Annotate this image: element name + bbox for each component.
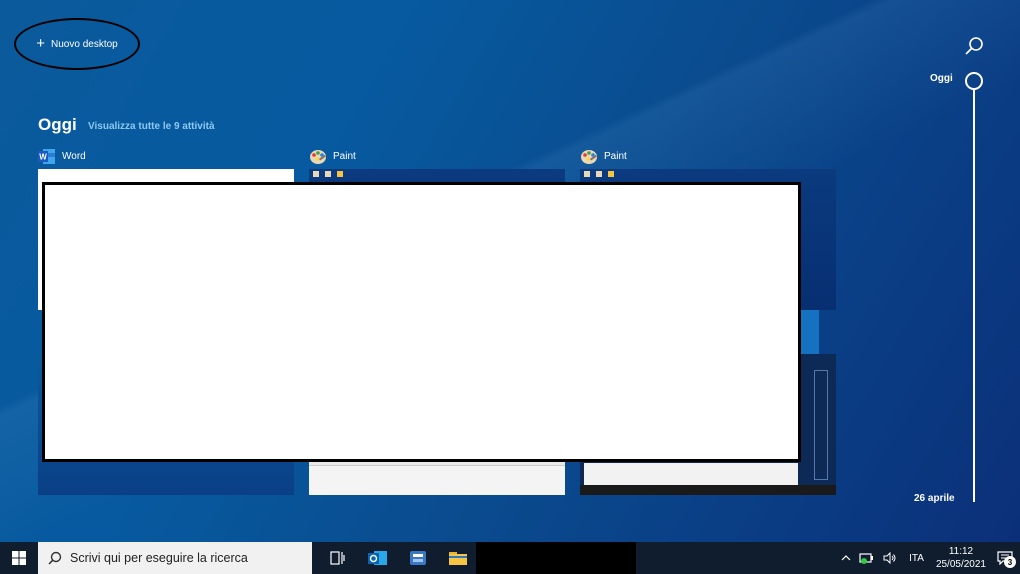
card-app-name: Paint <box>604 151 627 162</box>
thumbnail-scroll-panel <box>814 370 828 480</box>
folder-icon <box>449 552 467 565</box>
clock-time: 11:12 <box>948 546 974 557</box>
card-header-paint[interactable]: Paint <box>309 148 356 165</box>
thumbnail-toolbar-icons <box>313 169 353 179</box>
card-app-name: Word <box>62 151 86 162</box>
thumbnail-taskbar <box>580 485 836 495</box>
new-desktop-label: Nuovo desktop <box>51 38 118 50</box>
task-view-icon <box>330 551 345 565</box>
volume-button[interactable] <box>879 542 901 574</box>
card-app-name: Paint <box>333 151 356 162</box>
taskbar: Scrivi qui per eseguire la ricerca ITA 1… <box>0 542 1020 574</box>
word-icon: W <box>38 149 55 164</box>
paint-icon <box>581 150 597 164</box>
input-language-button[interactable]: ITA <box>901 542 932 574</box>
section-title: Oggi <box>38 115 77 134</box>
battery-network-icon <box>859 553 874 564</box>
app-taskbar-button[interactable] <box>398 542 438 574</box>
timeline-handle[interactable] <box>965 72 983 90</box>
card-header-paint-2[interactable]: Paint <box>580 148 627 165</box>
action-center-button[interactable]: 3 <box>990 542 1020 574</box>
timeline-track[interactable] <box>973 88 975 502</box>
taskbar-search-box[interactable]: Scrivi qui per eseguire la ricerca <box>38 542 312 574</box>
app-icon <box>410 551 426 565</box>
svg-text:W: W <box>39 153 47 162</box>
file-explorer-button[interactable] <box>438 542 478 574</box>
notification-count-badge: 3 <box>1004 556 1016 568</box>
taskbar-redacted-area <box>476 542 636 574</box>
show-all-activities-link[interactable]: Visualizza tutte le 9 attività <box>88 121 215 132</box>
speaker-icon <box>883 552 896 564</box>
thumbnail-toolbar-icons <box>584 169 624 179</box>
new-desktop-button[interactable]: + Nuovo desktop <box>14 18 140 70</box>
outlook-icon <box>368 551 387 565</box>
search-icon <box>48 551 62 565</box>
plus-icon: + <box>36 35 46 52</box>
start-button[interactable] <box>0 542 38 574</box>
card-header-word[interactable]: W Word <box>38 148 86 165</box>
search-placeholder: Scrivi qui per eseguire la ricerca <box>70 551 248 565</box>
activity-thumbnail-edge <box>801 310 819 354</box>
outlook-taskbar-button[interactable] <box>358 542 398 574</box>
system-tray: ITA 11:12 25/05/2021 3 <box>837 542 1020 574</box>
timeline-label-top: Oggi <box>930 73 953 84</box>
show-hidden-icons-button[interactable] <box>837 542 855 574</box>
clock-date: 25/05/2021 <box>935 559 986 570</box>
thumbnail-document-lines <box>309 465 565 495</box>
redaction-box <box>42 182 801 462</box>
paint-icon <box>310 150 326 164</box>
chevron-up-icon <box>841 555 851 561</box>
network-button[interactable] <box>855 542 879 574</box>
search-icon[interactable] <box>964 36 984 56</box>
thumbnail-white-bar <box>584 463 798 485</box>
windows-logo-icon <box>12 551 26 565</box>
timeline-label-bottom[interactable]: 26 aprile <box>914 493 955 504</box>
task-view-button[interactable] <box>318 542 358 574</box>
clock-button[interactable]: 11:12 25/05/2021 <box>932 542 990 574</box>
